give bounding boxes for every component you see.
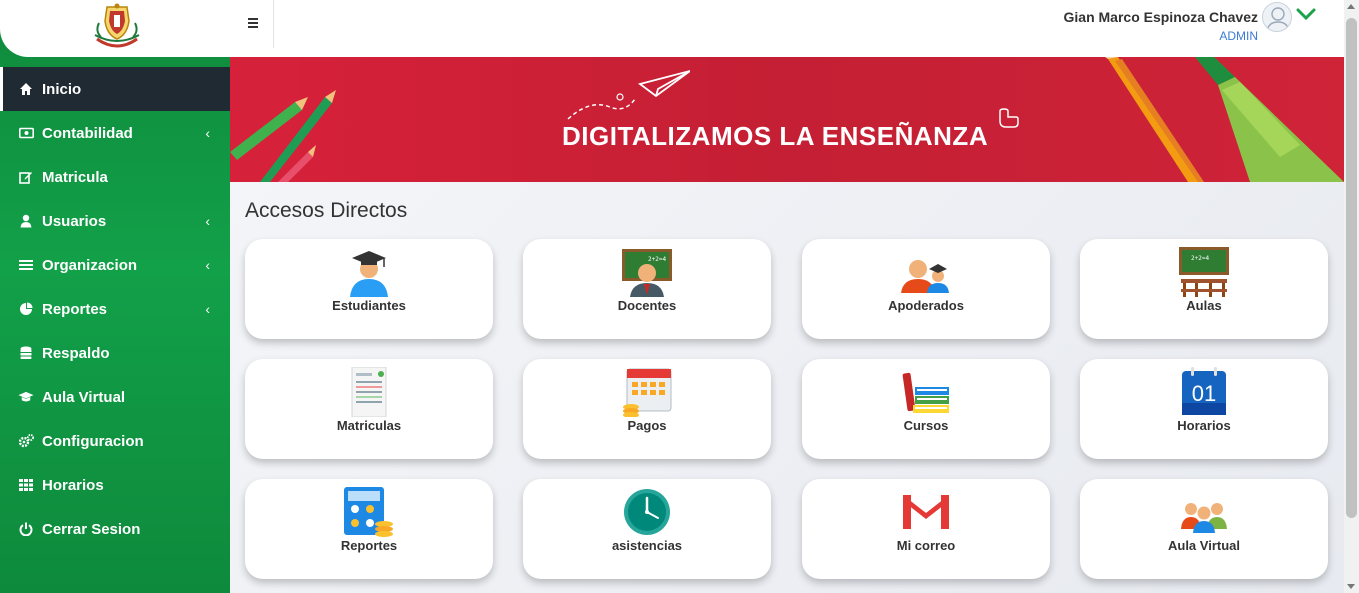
shortcut-label: Cursos [903,418,949,433]
shortcut-card-aulas[interactable]: 2+2=4 Aulas [1080,239,1328,339]
page-scrollbar[interactable] [1344,0,1359,593]
main-content: Accesos Directos Estudiantes 2+2=4 Docen… [230,182,1344,593]
power-icon [18,521,34,537]
sidebar-item-label: Cerrar Sesion [42,520,141,538]
section-title: Accesos Directos [245,199,408,222]
chevron-down-icon[interactable] [1296,6,1316,22]
sidebar-item-label: Contabilidad [42,124,133,142]
scroll-down-arrow-icon[interactable] [1347,584,1355,589]
sidebar-item-label: Aula Virtual [42,388,126,406]
svg-text:01: 01 [1192,381,1216,406]
school-logo-icon[interactable] [91,3,143,49]
shortcut-label: Estudiantes [332,298,406,313]
books-icon [902,372,949,413]
shortcut-label: Aula Virtual [1167,538,1240,553]
edit-icon [18,169,34,185]
sidebar-item-inicio[interactable]: Inicio [0,67,230,111]
sidebar-item-aula-virtual[interactable]: Aula Virtual [0,375,230,419]
sidebar-item-configuracion[interactable]: Configuracion [0,419,230,463]
sidebar-item-cerrar-sesion[interactable]: Cerrar Sesion [0,507,230,551]
user-role: ADMIN [1219,29,1258,43]
home-icon [18,81,34,97]
user-icon [18,213,34,229]
hamburger-menu-icon[interactable] [246,16,260,30]
calendar-icon: 01 [1182,367,1226,415]
chevron-left-icon: ‹ [205,257,210,273]
student-icon [350,251,388,297]
shortcut-card-mi-correo[interactable]: Mi correo [802,479,1050,579]
sidebar-item-label: Organizacion [42,256,138,274]
sidebar-item-contabilidad[interactable]: Contabilidad ‹ [0,111,230,155]
sidebar: Inicio Contabilidad ‹ Matricula Usuarios… [0,0,230,593]
shortcut-card-horarios[interactable]: 01 Horarios [1080,359,1328,459]
scroll-up-arrow-icon[interactable] [1347,4,1355,9]
classroom-icon: 2+2=4 [1179,247,1229,297]
pointer-hand-icon [999,108,1019,128]
scrollbar-thumb[interactable] [1346,18,1357,518]
parents-icon [901,260,949,293]
sidebar-item-label: Inicio [42,80,82,98]
pencils-illustration [230,90,336,182]
shortcut-card-pagos[interactable]: Pagos [523,359,771,459]
shortcut-card-aula-virtual[interactable]: Aula Virtual [1080,479,1328,579]
sidebar-item-reportes[interactable]: Reportes ‹ [0,287,230,331]
gmail-icon [903,495,949,529]
sidebar-item-label: Configuracion [42,432,144,450]
group-icon [1181,503,1227,533]
svg-text:2+2=4: 2+2=4 [1191,255,1209,262]
highlighter-illustration [1105,57,1344,182]
shortcut-card-asistencias[interactable]: asistencias [523,479,771,579]
money-icon [18,125,34,141]
shortcut-label: asistencias [611,538,683,553]
calculator-icon [344,487,393,537]
sidebar-item-organizacion[interactable]: Organizacion ‹ [0,243,230,287]
chevron-left-icon: ‹ [205,213,210,229]
cogs-icon [18,433,34,449]
grid-icon [18,477,34,493]
top-navbar: Gian Marco Espinoza Chavez ADMIN [230,0,1344,57]
sidebar-item-label: Matricula [42,168,108,186]
sidebar-item-label: Respaldo [42,344,110,362]
user-name[interactable]: Gian Marco Espinoza Chavez [1064,9,1259,25]
teacher-icon: 2+2=4 [622,249,672,297]
shortcut-card-docentes[interactable]: 2+2=4 Docentes [523,239,771,339]
pie-chart-icon [18,301,34,317]
avatar[interactable] [1262,2,1292,32]
sidebar-item-label: Horarios [42,476,104,494]
shortcut-label: Docentes [617,298,677,313]
shortcut-label: Pagos [627,418,667,433]
payments-calendar-icon [623,368,672,417]
bars-icon [18,257,34,273]
shortcut-label: Matriculas [336,418,402,433]
banner-title: DIGITALIZAMOS LA ENSEÑANZA [562,121,989,151]
divider [273,0,274,48]
hero-banner: DIGITALIZAMOS LA ENSEÑANZA [230,57,1344,182]
shortcut-card-apoderados[interactable]: Apoderados [802,239,1050,339]
chevron-left-icon: ‹ [205,301,210,317]
sidebar-item-usuarios[interactable]: Usuarios ‹ [0,199,230,243]
sidebar-item-matricula[interactable]: Matricula [0,155,230,199]
sidebar-menu: Inicio Contabilidad ‹ Matricula Usuarios… [0,67,230,551]
logo-area [0,0,230,57]
database-icon [18,345,34,361]
enrollment-form-icon [351,367,387,417]
graduation-cap-icon [18,389,34,405]
shortcut-card-estudiantes[interactable]: Estudiantes [245,239,493,339]
sidebar-item-label: Reportes [42,300,108,318]
clock-icon [624,489,670,535]
shortcut-label: Apoderados [888,298,964,313]
shortcut-card-reportes[interactable]: Reportes [245,479,493,579]
sidebar-item-horarios[interactable]: Horarios [0,463,230,507]
shortcut-label: Reportes [340,538,398,553]
shortcut-card-cursos[interactable]: Cursos [802,359,1050,459]
shortcut-card-matriculas[interactable]: Matriculas [245,359,493,459]
shortcut-label: Aulas [1186,298,1222,313]
sidebar-item-respaldo[interactable]: Respaldo [0,331,230,375]
chevron-left-icon: ‹ [205,125,210,141]
sidebar-item-label: Usuarios [42,212,107,230]
shortcut-label: Horarios [1177,418,1231,433]
shortcut-label: Mi correo [896,538,956,553]
svg-text:2+2=4: 2+2=4 [648,256,666,263]
